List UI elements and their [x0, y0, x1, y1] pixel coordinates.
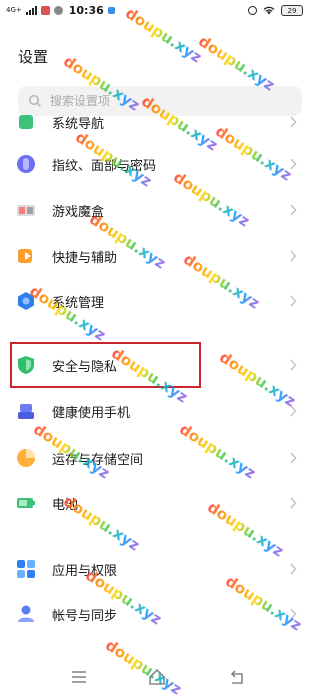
chevron-right-icon — [290, 204, 297, 216]
signal-strength-icon — [25, 6, 37, 15]
battery-indicator: 29 — [281, 5, 303, 16]
battery-icon — [17, 498, 35, 508]
status-time: 10:36 — [68, 4, 104, 17]
search-icon — [28, 94, 42, 108]
page-title: 设置 — [18, 48, 49, 66]
notification-app-icon — [40, 6, 50, 15]
network-type-label: 4G+ — [6, 6, 22, 14]
apps-icon — [17, 560, 35, 578]
navigation-icon — [19, 115, 33, 129]
chevron-right-icon — [290, 295, 297, 307]
chevron-right-icon — [290, 116, 297, 128]
settings-item-label: 系统导航 — [52, 116, 105, 132]
storage-icon — [17, 449, 35, 467]
chevron-right-icon — [290, 497, 297, 509]
fingerprint-icon — [17, 155, 35, 173]
alarm-icon — [248, 6, 257, 15]
shortcut-icon — [18, 249, 32, 263]
game-box-icon — [17, 205, 35, 216]
menu-icon[interactable] — [70, 668, 88, 686]
chevron-right-icon — [290, 563, 297, 575]
wifi-icon — [263, 6, 275, 15]
settings-item-label: 帐号与同步 — [52, 608, 118, 624]
health-icon — [18, 404, 34, 419]
chevron-right-icon — [290, 452, 297, 464]
home-icon[interactable] — [148, 668, 166, 686]
chevron-right-icon — [290, 359, 297, 371]
notification-app-icon-2 — [53, 6, 63, 15]
navigation-bar — [0, 652, 313, 700]
settings-item-label: 快捷与辅助 — [52, 250, 118, 266]
account-icon — [18, 605, 34, 622]
settings-item-label: 健康使用手机 — [52, 405, 131, 421]
back-icon[interactable] — [228, 668, 246, 686]
chevron-right-icon — [290, 250, 297, 262]
settings-item-game-box[interactable]: 游戏魔盒 — [0, 188, 313, 232]
notification-icon — [107, 7, 115, 14]
settings-item-battery[interactable]: 电池 — [0, 481, 313, 525]
